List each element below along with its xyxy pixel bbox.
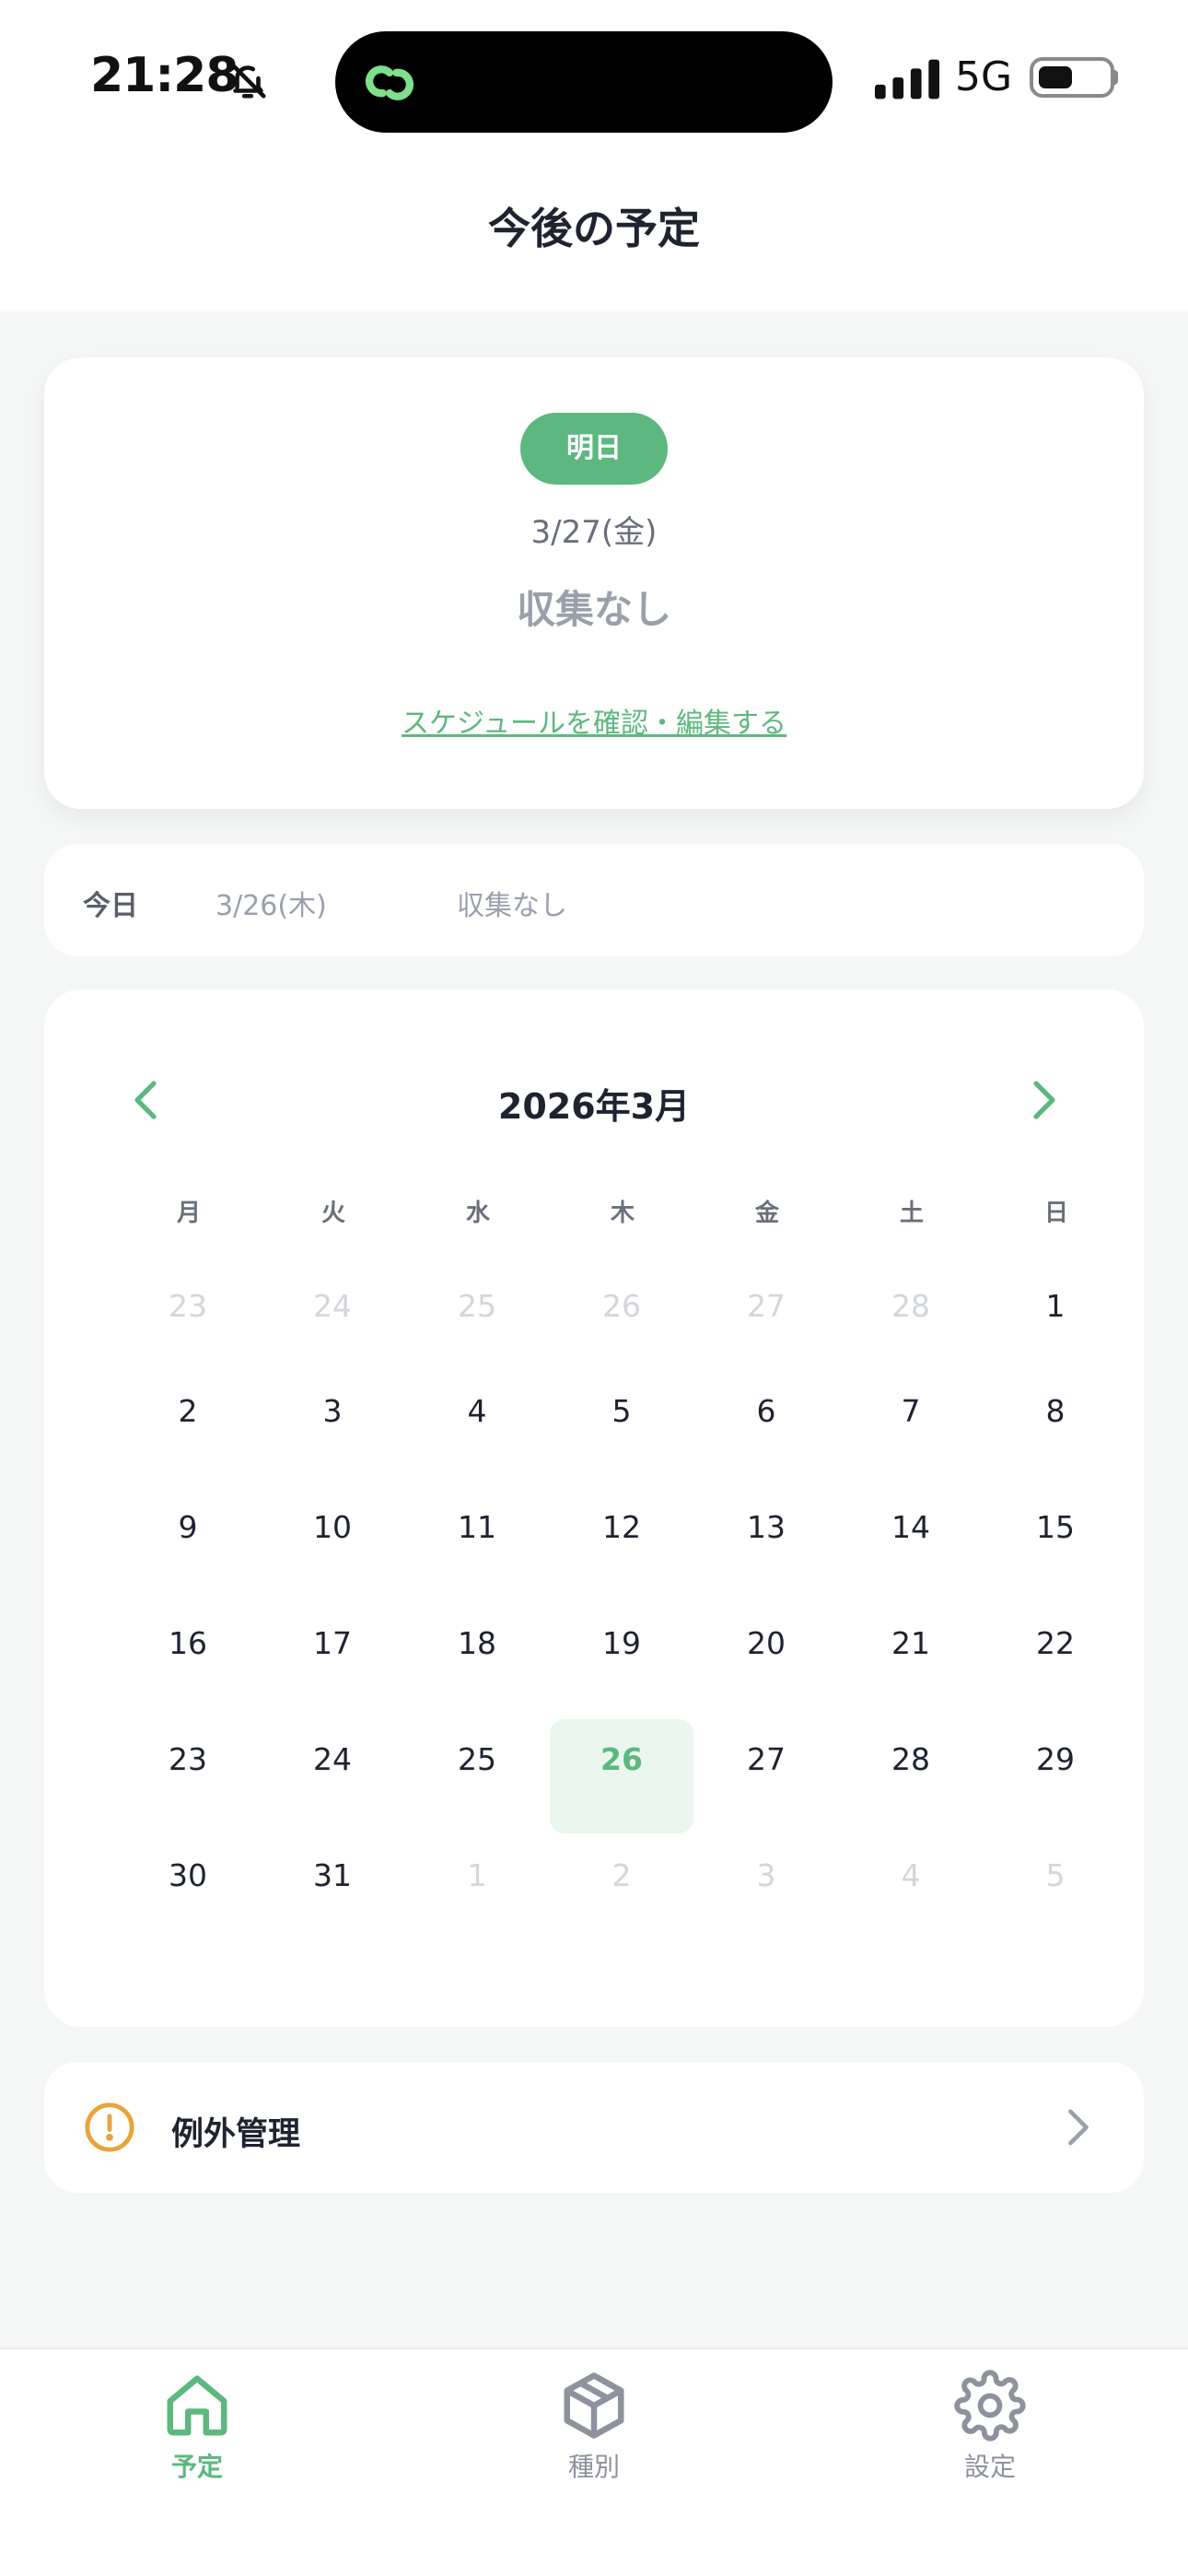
calendar-day[interactable]: 15 bbox=[984, 1487, 1127, 1601]
weekday-label: 日 bbox=[1043, 1200, 1068, 1227]
home-icon bbox=[167, 2375, 227, 2436]
calendar-day[interactable]: 5 bbox=[984, 1835, 1127, 1950]
calendar-day-today[interactable]: 26 bbox=[550, 1719, 693, 1833]
calendar-day[interactable]: 8 bbox=[984, 1371, 1127, 1485]
tab-schedule[interactable]: 予定 bbox=[105, 2370, 289, 2484]
today-label: 今日 bbox=[83, 890, 138, 922]
calendar-day[interactable]: 19 bbox=[550, 1603, 693, 1717]
calendar-day[interactable]: 14 bbox=[839, 1487, 983, 1601]
calendar-day[interactable]: 20 bbox=[694, 1603, 838, 1717]
calendar-day[interactable]: 30 bbox=[116, 1835, 260, 1950]
battery-icon bbox=[1030, 57, 1114, 98]
calendar-day[interactable]: 25 bbox=[405, 1266, 549, 1380]
status-time: 21:28 bbox=[90, 48, 239, 103]
edit-schedule-link[interactable]: スケジュールを確認・編集する bbox=[44, 700, 1144, 741]
link-app-icon bbox=[365, 65, 414, 100]
bell-muted-icon bbox=[229, 62, 266, 99]
next-month-button[interactable] bbox=[1017, 1063, 1072, 1137]
calendar-day[interactable]: 3 bbox=[694, 1835, 838, 1950]
calendar-day[interactable]: 7 bbox=[839, 1371, 983, 1485]
calendar-day[interactable]: 1 bbox=[405, 1835, 549, 1950]
calendar-day[interactable]: 25 bbox=[405, 1719, 549, 1833]
calendar-day[interactable]: 26 bbox=[550, 1266, 693, 1380]
today-date: 3/26(木) bbox=[215, 890, 327, 922]
weekday-label: 木 bbox=[610, 1200, 635, 1227]
calendar-month-title: 2026年3月 bbox=[497, 1086, 691, 1127]
network-type: 5G bbox=[955, 53, 1013, 100]
exception-management-label: 例外管理 bbox=[171, 2116, 301, 2153]
gear-icon bbox=[954, 2370, 1026, 2441]
calendar-day[interactable]: 2 bbox=[116, 1371, 260, 1485]
calendar-day[interactable]: 6 bbox=[694, 1371, 838, 1485]
calendar-day[interactable]: 21 bbox=[839, 1603, 983, 1717]
tab-settings[interactable]: 設定 bbox=[898, 2370, 1082, 2484]
calendar-day[interactable]: 29 bbox=[984, 1719, 1127, 1833]
calendar-day[interactable]: 3 bbox=[261, 1371, 404, 1485]
cellular-signal-icon bbox=[875, 59, 939, 100]
calendar-day[interactable]: 13 bbox=[694, 1487, 838, 1601]
calendar-day[interactable]: 24 bbox=[261, 1719, 404, 1833]
warning-circle-icon bbox=[85, 2102, 134, 2152]
calendar-day[interactable]: 16 bbox=[116, 1603, 260, 1717]
calendar-day[interactable]: 22 bbox=[984, 1603, 1127, 1717]
today-status: 収集なし bbox=[457, 890, 567, 922]
today-row: 今日 3/26(木) 収集なし bbox=[44, 844, 1144, 956]
weekday-label: 月 bbox=[176, 1200, 201, 1227]
calendar-day[interactable]: 2 bbox=[550, 1835, 693, 1950]
calendar-day[interactable]: 31 bbox=[261, 1835, 404, 1950]
chevron-right-icon bbox=[1033, 1081, 1055, 1119]
weekday-label: 水 bbox=[465, 1200, 490, 1227]
tab-types-label: 種別 bbox=[567, 2452, 620, 2482]
calendar-day[interactable]: 24 bbox=[261, 1266, 404, 1380]
weekday-label: 火 bbox=[320, 1200, 345, 1227]
tab-types[interactable]: 種別 bbox=[502, 2370, 686, 2484]
calendar-day[interactable]: 1 bbox=[984, 1266, 1127, 1380]
next-collection-status: 収集なし bbox=[516, 587, 671, 632]
calendar-day[interactable]: 5 bbox=[550, 1371, 693, 1485]
calendar-day[interactable]: 11 bbox=[405, 1487, 549, 1601]
calendar-day[interactable]: 27 bbox=[694, 1719, 838, 1833]
calendar-day[interactable]: 27 bbox=[694, 1266, 838, 1380]
weekday-label: 土 bbox=[899, 1200, 924, 1227]
tab-settings-label: 設定 bbox=[963, 2452, 1016, 2482]
calendar-day[interactable]: 10 bbox=[261, 1487, 404, 1601]
tab-bar: 予定 種別 設定 bbox=[0, 2348, 1188, 2576]
calendar-day[interactable]: 28 bbox=[839, 1266, 983, 1380]
calendar-day[interactable]: 23 bbox=[116, 1719, 260, 1833]
next-collection-date: 3/27(金) bbox=[530, 514, 658, 551]
chevron-right-icon bbox=[1068, 2109, 1089, 2146]
calendar-day[interactable]: 23 bbox=[116, 1266, 260, 1380]
calendar-day[interactable]: 9 bbox=[116, 1487, 260, 1601]
tab-schedule-label: 予定 bbox=[170, 2452, 223, 2482]
calendar-day[interactable]: 18 bbox=[405, 1603, 549, 1717]
weekday-label: 金 bbox=[754, 1200, 779, 1227]
calendar-day[interactable]: 28 bbox=[839, 1719, 983, 1833]
calendar-day[interactable]: 17 bbox=[261, 1603, 404, 1717]
page-title: 今後の予定 bbox=[488, 204, 700, 253]
exception-management-row[interactable]: 例外管理 bbox=[44, 2062, 1144, 2193]
battery-tip bbox=[1112, 70, 1118, 85]
box-icon bbox=[564, 2372, 624, 2439]
calendar-day[interactable]: 4 bbox=[405, 1371, 549, 1485]
calendar-day[interactable]: 4 bbox=[839, 1835, 983, 1950]
next-collection-card: 明日 3/27(金) 収集なし スケジュールを確認・編集する bbox=[44, 357, 1144, 809]
calendar-day[interactable]: 12 bbox=[550, 1487, 693, 1601]
tomorrow-badge: 明日 bbox=[520, 413, 668, 485]
calendar-card: 2026年3月 月火水木金土日 23 24 25 26 27 28 1 2 3 4 5 6 7 8 9 10 1… bbox=[44, 989, 1144, 2027]
